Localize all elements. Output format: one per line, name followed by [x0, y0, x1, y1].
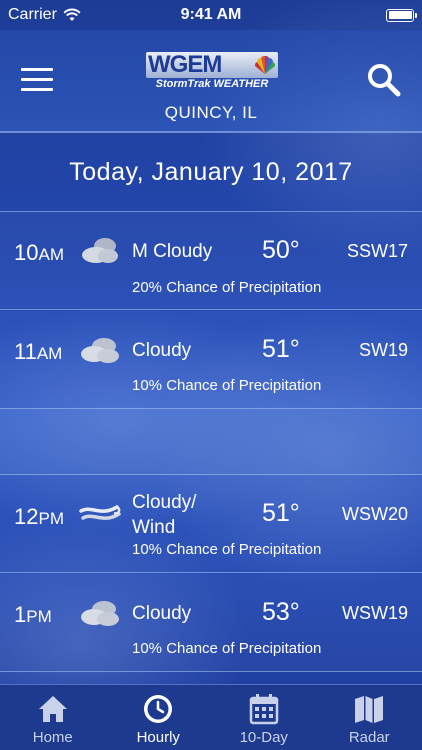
status-time: 9:41 AM	[180, 6, 242, 23]
map-icon	[355, 696, 384, 723]
hourly-row[interactable]: 1PM Cloudy 53° WSW19 10% Chance of Preci…	[0, 574, 422, 672]
tab-radar[interactable]: Radar	[317, 685, 422, 750]
hour-label: 1PM	[14, 602, 52, 627]
precip-chance: 20% Chance of Precipitation	[132, 279, 322, 296]
condition-text: M Cloudy	[132, 241, 213, 262]
wind-text: WSW19	[341, 603, 408, 623]
precip-chance: 10% Chance of Precipitation	[132, 377, 322, 394]
peacock-icon	[254, 55, 276, 74]
temperature: 53°	[262, 598, 300, 626]
header: WGEM StormTrak WEATHER QUINCY, IL	[0, 30, 422, 133]
status-bar: Carrier 9:41 AM	[0, 0, 422, 30]
menu-button[interactable]	[21, 68, 53, 92]
hour-label: 11AM	[14, 339, 63, 364]
tab-label: Radar	[348, 729, 390, 746]
calendar-icon	[249, 694, 278, 725]
tab-label: 10-Day	[239, 729, 288, 746]
hour-label: 12PM	[14, 504, 64, 529]
wind-icon	[79, 505, 121, 520]
battery-icon	[386, 8, 417, 22]
mostly-cloudy-icon	[82, 238, 118, 263]
tab-label: Hourly	[136, 729, 180, 746]
hourly-row[interactable]: 10AM M Cloudy 50° SSW17 20% Chance of Pr…	[0, 212, 422, 310]
wind-text: WSW20	[341, 504, 408, 524]
tab-hourly[interactable]: Hourly	[106, 685, 212, 750]
location-label: QUINCY, IL	[164, 103, 258, 122]
wind-text: SW19	[358, 340, 408, 360]
search-button[interactable]	[366, 62, 402, 98]
hourly-row[interactable]: 12PM Cloudy/Wind 51° WSW20 10% Chance of…	[0, 475, 422, 573]
home-icon	[38, 696, 67, 722]
menu-icon-bar	[21, 68, 53, 71]
temperature: 51°	[262, 335, 300, 363]
tab-home[interactable]: Home	[0, 685, 106, 750]
wind-text: SSW17	[346, 241, 408, 261]
menu-icon-bar	[21, 78, 53, 81]
hourly-row[interactable]: 11AM Cloudy 51° SW19 10% Chance of Preci…	[0, 311, 422, 409]
condition-text: Cloudy	[132, 603, 192, 624]
section-divider	[0, 408, 422, 475]
clock-icon	[144, 695, 173, 723]
station-logo: WGEM StormTrak WEATHER	[146, 52, 278, 94]
tab-label: Home	[32, 729, 73, 746]
cloudy-icon	[81, 338, 119, 363]
temperature: 50°	[262, 236, 300, 264]
menu-icon-bar	[21, 88, 53, 91]
precip-chance: 10% Chance of Precipitation	[132, 541, 322, 558]
temperature: 51°	[262, 499, 300, 527]
condition-text: Cloudy/Wind	[132, 492, 197, 538]
condition-text: Cloudy	[132, 340, 192, 361]
logo-subtitle: StormTrak WEATHER	[155, 78, 269, 90]
hour-label: 10AM	[14, 240, 64, 265]
search-icon	[368, 64, 401, 97]
tab-bar: Home Hourly 10-Day Radar	[0, 684, 422, 750]
tab-10-day[interactable]: 10-Day	[211, 685, 317, 750]
precip-chance: 10% Chance of Precipitation	[132, 640, 322, 657]
date-banner: Today, January 10, 2017	[0, 133, 422, 212]
cloudy-icon	[81, 601, 119, 626]
